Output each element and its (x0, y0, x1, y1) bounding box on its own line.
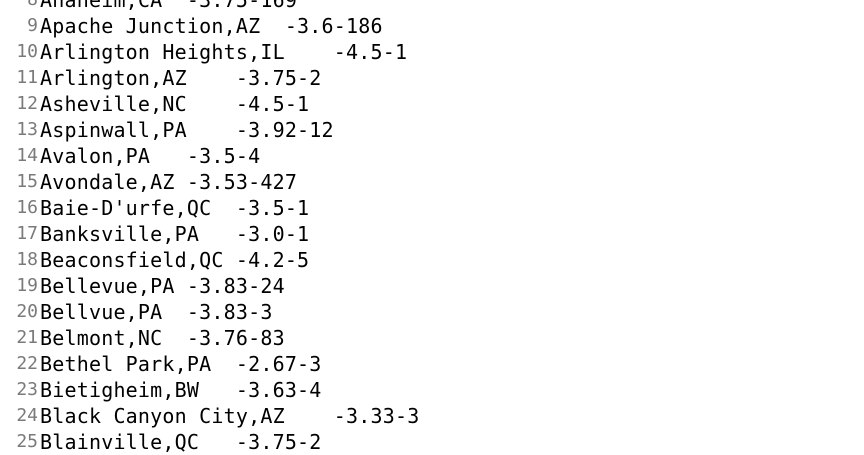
line-number: 19 (16, 275, 38, 296)
line-number: 24 (16, 405, 38, 426)
line-number: 22 (16, 353, 38, 374)
editor-line: 21 Belmont,NC -3.76-83 (0, 325, 864, 351)
line-number: 21 (16, 327, 38, 348)
editor-line: 17 Banksville,PA -3.0-1 (0, 221, 864, 247)
line-number: 16 (16, 197, 38, 218)
line-number: 20 (16, 301, 38, 322)
line-text[interactable]: Black Canyon City,AZ -3.33-3 (40, 403, 419, 429)
line-number: 8 (0, 0, 40, 13)
line-text[interactable]: Bellevue,PA -3.83-24 (40, 273, 285, 299)
line-text[interactable]: Anaheim,CA -3.75-169 (40, 0, 297, 13)
editor-line: 23 Bietigheim,BW -3.63-4 (0, 377, 864, 403)
line-number: 11 (16, 67, 38, 88)
line-text[interactable]: Baie-D'urfe,QC -3.5-1 (40, 195, 309, 221)
editor-line: 19 Bellevue,PA -3.83-24 (0, 273, 864, 299)
line-text[interactable]: Aspinwall,PA -3.92-12 (40, 117, 334, 143)
line-text[interactable]: Bellvue,PA -3.83-3 (40, 299, 273, 325)
editor-line: 13 Aspinwall,PA -3.92-12 (0, 117, 864, 143)
editor-line: 12 Asheville,NC -4.5-1 (0, 91, 864, 117)
line-text[interactable]: Beaconsfield,QC -4.2-5 (40, 247, 309, 273)
line-number: 18 (16, 249, 38, 270)
line-number: 12 (16, 93, 38, 114)
editor-line: 25 Blainville,QC -3.75-2 (0, 429, 864, 455)
line-number: 10 (16, 41, 38, 62)
line-number: 9 (27, 15, 38, 36)
editor-line: 15 Avondale,AZ -3.53-427 (0, 169, 864, 195)
text-editor[interactable]: 8Anaheim,CA -3.75-169 9Apache Junction,A… (0, 0, 864, 455)
editor-line: 9 Apache Junction,AZ -3.6-186 (0, 13, 864, 39)
line-text[interactable]: Blainville,QC -3.75-2 (40, 429, 322, 455)
editor-line: 11 Arlington,AZ -3.75-2 (0, 65, 864, 91)
line-number: 13 (16, 119, 38, 140)
editor-line: 10 Arlington Heights,IL -4.5-1 (0, 39, 864, 65)
editor-line: 14 Avalon,PA -3.5-4 (0, 143, 864, 169)
line-text[interactable]: Apache Junction,AZ -3.6-186 (40, 13, 383, 39)
editor-line: 18 Beaconsfield,QC -4.2-5 (0, 247, 864, 273)
editor-line: 20 Bellvue,PA -3.83-3 (0, 299, 864, 325)
line-text[interactable]: Asheville,NC -4.5-1 (40, 91, 309, 117)
editor-line: 16 Baie-D'urfe,QC -3.5-1 (0, 195, 864, 221)
line-number: 17 (16, 223, 38, 244)
editor-line: 24 Black Canyon City,AZ -3.33-3 (0, 403, 864, 429)
line-text[interactable]: Bethel Park,PA -2.67-3 (40, 351, 322, 377)
line-number: 23 (16, 379, 38, 400)
line-number: 14 (16, 145, 38, 166)
line-text[interactable]: Banksville,PA -3.0-1 (40, 221, 309, 247)
editor-line: 22 Bethel Park,PA -2.67-3 (0, 351, 864, 377)
line-number: 25 (16, 431, 38, 452)
line-text[interactable]: Avondale,AZ -3.53-427 (40, 169, 297, 195)
line-text[interactable]: Avalon,PA -3.5-4 (40, 143, 260, 169)
line-text[interactable]: Bietigheim,BW -3.63-4 (40, 377, 322, 403)
editor-line: 8Anaheim,CA -3.75-169 (0, 0, 864, 13)
line-number: 15 (16, 171, 38, 192)
line-text[interactable]: Belmont,NC -3.76-83 (40, 325, 285, 351)
line-text[interactable]: Arlington Heights,IL -4.5-1 (40, 39, 407, 65)
line-text[interactable]: Arlington,AZ -3.75-2 (40, 65, 322, 91)
